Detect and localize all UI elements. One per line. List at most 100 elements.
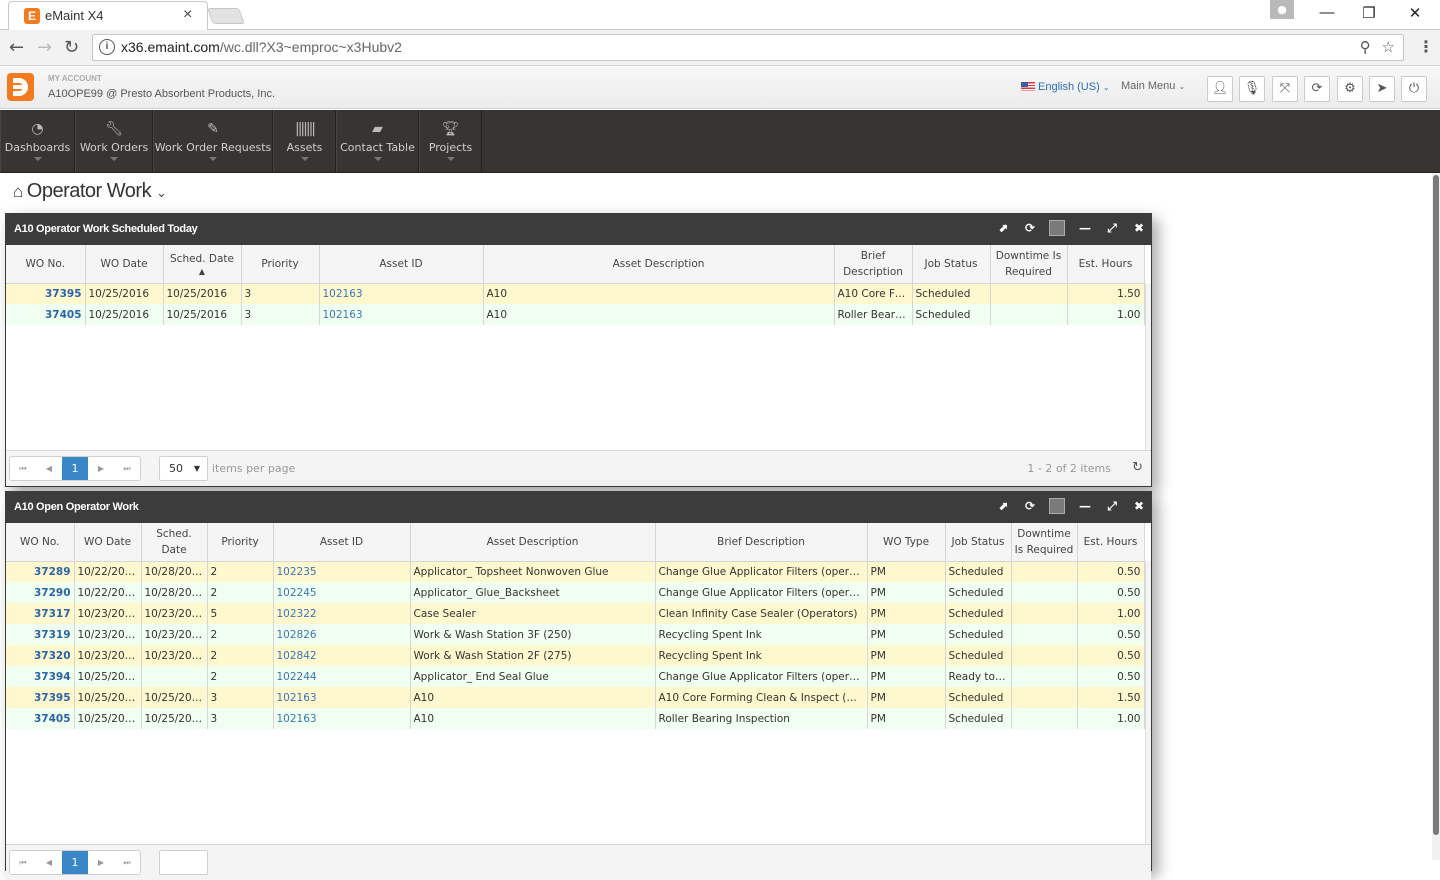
page-scrollbar[interactable] bbox=[1432, 173, 1440, 860]
nav-dashboards[interactable]: ◔ Dashboards bbox=[0, 110, 75, 172]
emaint-logo-icon[interactable] bbox=[7, 73, 34, 101]
nav-work-orders[interactable]: 🔧︎ Work Orders bbox=[75, 110, 153, 172]
table-row[interactable]: 37405 10/25/2016 10/25/2016 3 102163 A10 Rolle… bbox=[6, 708, 1145, 729]
asset-id-link[interactable]: 102163 bbox=[273, 687, 411, 708]
wo-number-link[interactable]: 37320 bbox=[6, 645, 75, 666]
wo-number-link[interactable]: 37405 bbox=[6, 304, 86, 325]
forward-arrow-icon[interactable]: → bbox=[37, 37, 52, 58]
color-swatch-icon[interactable] bbox=[1049, 220, 1065, 236]
logout-button[interactable]: ⏻ bbox=[1401, 76, 1427, 102]
pager-refresh-icon[interactable]: ↻ bbox=[1132, 460, 1143, 475]
table-row[interactable]: 37289 10/22/2016 10/28/2016 2 102235 Applicat… bbox=[6, 561, 1145, 582]
asset-id-link[interactable]: 102322 bbox=[273, 603, 411, 624]
wo-number-link[interactable]: 37395 bbox=[6, 687, 75, 708]
tab-close-icon[interactable]: × bbox=[183, 6, 192, 24]
column-header[interactable]: WO No. bbox=[6, 245, 86, 284]
language-selector[interactable]: English (US) ⌄ bbox=[1021, 81, 1110, 93]
column-header[interactable]: Brief Description bbox=[834, 245, 913, 284]
wo-number-link[interactable]: 37395 bbox=[6, 283, 86, 304]
column-header[interactable]: Asset ID bbox=[319, 245, 484, 284]
main-menu-dropdown[interactable]: Main Menu ⌄ bbox=[1121, 80, 1185, 92]
asset-id-link[interactable]: 102842 bbox=[273, 645, 411, 666]
page-title[interactable]: ⌂ Operator Work ⌄ bbox=[13, 180, 167, 203]
last-page-icon[interactable]: ⏭ bbox=[114, 457, 140, 480]
asset-id-link[interactable]: 102163 bbox=[319, 304, 484, 325]
wo-number-link[interactable]: 37394 bbox=[6, 666, 75, 687]
page-number-button[interactable]: 1 bbox=[62, 457, 88, 480]
user-profile-button[interactable]: 👤︎ bbox=[1207, 76, 1233, 102]
close-icon[interactable]: ✖ bbox=[1131, 220, 1147, 236]
column-header[interactable]: WO Date bbox=[85, 245, 164, 284]
nav-projects[interactable]: 🏆︎ Projects bbox=[419, 110, 482, 172]
popout-icon[interactable]: ⬈ bbox=[995, 220, 1011, 236]
column-header[interactable]: Job Status bbox=[945, 523, 1012, 562]
browser-menu-icon[interactable]: ⋮ bbox=[1418, 37, 1434, 56]
column-header[interactable]: Downtime Is Required bbox=[990, 245, 1068, 284]
table-row[interactable]: 37320 10/23/2016 10/23/2016 2 102842 Work & W… bbox=[6, 645, 1145, 666]
table-row[interactable]: 37395 10/25/2016 10/25/2016 3 102163 A10 A10 C… bbox=[6, 283, 1145, 304]
minimize-icon[interactable]: — bbox=[1077, 498, 1093, 514]
nav-assets[interactable]: ||||||| Assets bbox=[273, 110, 336, 172]
page-number-button[interactable]: 1 bbox=[62, 851, 88, 874]
page-size-select[interactable]: 50 ▼ bbox=[159, 456, 208, 481]
location-button[interactable]: ➤ bbox=[1369, 76, 1395, 102]
column-header[interactable]: WO Type bbox=[867, 523, 946, 562]
zoom-out-icon[interactable]: ⚲ bbox=[1360, 38, 1371, 56]
column-header[interactable]: Asset ID bbox=[273, 523, 411, 562]
column-header[interactable]: Est. Hours bbox=[1077, 523, 1145, 562]
maximize-icon[interactable]: ⤢ bbox=[1104, 220, 1120, 236]
wo-number-link[interactable]: 37289 bbox=[6, 561, 75, 582]
column-header[interactable]: Brief Description bbox=[655, 523, 868, 562]
column-header-sched-date[interactable]: Sched. Date ▲ bbox=[163, 245, 242, 284]
next-page-icon[interactable]: ▶ bbox=[88, 851, 114, 874]
site-info-icon[interactable]: i bbox=[99, 39, 115, 55]
asset-id-link[interactable]: 102245 bbox=[273, 582, 411, 603]
wo-number-link[interactable]: 37317 bbox=[6, 603, 75, 624]
account-name[interactable]: A10OPE99 @ Presto Absorbent Products, In… bbox=[48, 88, 275, 100]
table-row[interactable]: 37319 10/23/2016 10/23/2016 2 102826 Work & W… bbox=[6, 624, 1145, 645]
new-tab-button[interactable] bbox=[207, 8, 245, 24]
wo-number-link[interactable]: 37319 bbox=[6, 624, 75, 645]
close-icon[interactable]: ✖ bbox=[1131, 498, 1147, 514]
prev-page-icon[interactable]: ◀ bbox=[36, 851, 62, 874]
grid-scrollbar[interactable] bbox=[1145, 561, 1151, 844]
popout-icon[interactable]: ⬈ bbox=[995, 498, 1011, 514]
table-row[interactable]: 37317 10/23/2016 10/23/2016 5 102322 Case Sea… bbox=[6, 603, 1145, 624]
refresh-icon[interactable]: ⟳ bbox=[1022, 220, 1038, 236]
address-bar[interactable]: i x36.emaint.com/wc.dll?X3~emproc~x3Hubv… bbox=[92, 34, 1404, 61]
refresh-button[interactable]: ⟳ bbox=[1304, 76, 1330, 102]
asset-id-link[interactable]: 102163 bbox=[273, 708, 411, 729]
nav-work-order-requests[interactable]: ✎ Work Order Requests bbox=[153, 110, 273, 172]
home-icon[interactable]: ⌂ bbox=[13, 182, 23, 201]
asset-id-link[interactable]: 102235 bbox=[273, 561, 411, 582]
asset-id-link[interactable]: 102826 bbox=[273, 624, 411, 645]
first-page-icon[interactable]: ⏮ bbox=[10, 457, 36, 480]
column-header[interactable]: Sched. Date bbox=[141, 523, 208, 562]
column-header[interactable]: WO Date bbox=[74, 523, 142, 562]
wo-number-link[interactable]: 37290 bbox=[6, 582, 75, 603]
url-text[interactable]: x36.emaint.com/wc.dll?X3~emproc~x3Hubv2 bbox=[121, 39, 402, 55]
column-header[interactable]: Asset Description bbox=[483, 245, 835, 284]
column-header[interactable]: Downtime Is Required bbox=[1011, 523, 1078, 562]
grid-scrollbar[interactable] bbox=[1145, 283, 1151, 450]
settings-button[interactable]: ⚙ bbox=[1337, 76, 1363, 102]
last-page-icon[interactable]: ⏭ bbox=[114, 851, 140, 874]
maximize-icon[interactable]: ⤢ bbox=[1104, 498, 1120, 514]
column-header[interactable]: Priority bbox=[207, 523, 274, 562]
asset-id-link[interactable]: 102163 bbox=[319, 283, 484, 304]
asset-id-link[interactable]: 102244 bbox=[273, 666, 411, 687]
refresh-icon[interactable]: ⟳ bbox=[1022, 498, 1038, 514]
page-size-select[interactable] bbox=[159, 850, 208, 875]
browser-profile-icon[interactable]: ● bbox=[1270, 0, 1294, 19]
fullscreen-button[interactable]: ⤧ bbox=[1272, 76, 1298, 102]
back-arrow-icon[interactable]: ← bbox=[9, 37, 24, 58]
table-row[interactable]: 37290 10/22/2016 10/28/2016 2 102245 Applicat… bbox=[6, 582, 1145, 603]
first-page-icon[interactable]: ⏮ bbox=[10, 851, 36, 874]
table-row[interactable]: 37405 10/25/2016 10/25/2016 3 102163 A10 Rolle… bbox=[6, 304, 1145, 325]
color-swatch-icon[interactable] bbox=[1049, 498, 1065, 514]
column-header[interactable]: Priority bbox=[241, 245, 320, 284]
voice-button[interactable]: 🎙︎ bbox=[1239, 76, 1265, 102]
prev-page-icon[interactable]: ◀ bbox=[36, 457, 62, 480]
reload-icon[interactable]: ↻ bbox=[64, 37, 79, 58]
wo-number-link[interactable]: 37405 bbox=[6, 708, 75, 729]
